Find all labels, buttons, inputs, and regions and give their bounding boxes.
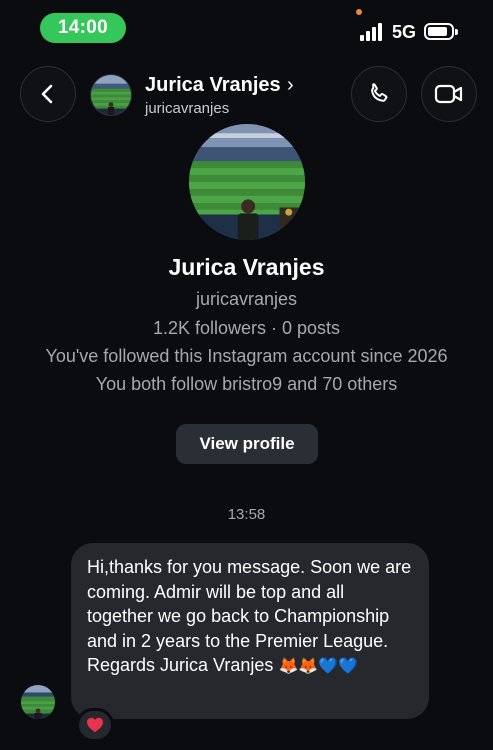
back-button[interactable] — [20, 66, 76, 122]
red-heart-icon — [87, 717, 103, 733]
profile-mutual-follows: You both follow bristro9 and 70 others — [95, 374, 398, 394]
privacy-indicator-dot — [356, 9, 362, 15]
conversation-header: Jurica Vranjes › juricavranjes — [0, 62, 493, 128]
header-contact-handle[interactable]: juricavranjes — [145, 100, 229, 117]
cellular-signal-icon — [360, 23, 386, 41]
phone-icon — [371, 83, 388, 102]
video-camera-icon — [434, 84, 463, 104]
header-contact-name[interactable]: Jurica Vranjes — [145, 74, 281, 97]
message-reaction[interactable] — [76, 708, 114, 742]
video-call-button[interactable] — [421, 66, 477, 122]
profile-stats: 1.2K followers · 0 posts — [152, 318, 341, 338]
header-avatar[interactable] — [90, 74, 132, 116]
profile-name: Jurica Vranjes — [168, 254, 325, 280]
network-type: 5G — [392, 22, 417, 42]
message-timestamp: 13:58 — [227, 506, 266, 523]
chevron-right-icon[interactable]: › — [287, 74, 294, 97]
profile-follow-since: You've followed this Instagram account s… — [45, 346, 448, 366]
back-arrow-icon — [41, 84, 53, 104]
audio-call-button[interactable] — [351, 66, 407, 122]
profile-avatar[interactable] — [189, 124, 305, 240]
dm-thread-screen: 14:00 5G Jurica Vranjes › juricavranjes … — [0, 0, 493, 750]
message-emojis: 🦊🦊💙💙 — [278, 656, 359, 675]
status-time[interactable]: 14:00 — [40, 13, 126, 43]
battery-icon — [424, 23, 458, 40]
status-bar: 14:00 5G — [0, 0, 493, 56]
message-bubble[interactable]: Hi,thanks for you message. Soon we are c… — [71, 543, 429, 719]
profile-handle: juricavranjes — [195, 289, 298, 309]
sender-avatar[interactable] — [21, 685, 55, 719]
view-profile-button[interactable]: View profile — [176, 424, 318, 464]
message-text: Hi,thanks for you message. Soon we are c… — [87, 557, 412, 675]
